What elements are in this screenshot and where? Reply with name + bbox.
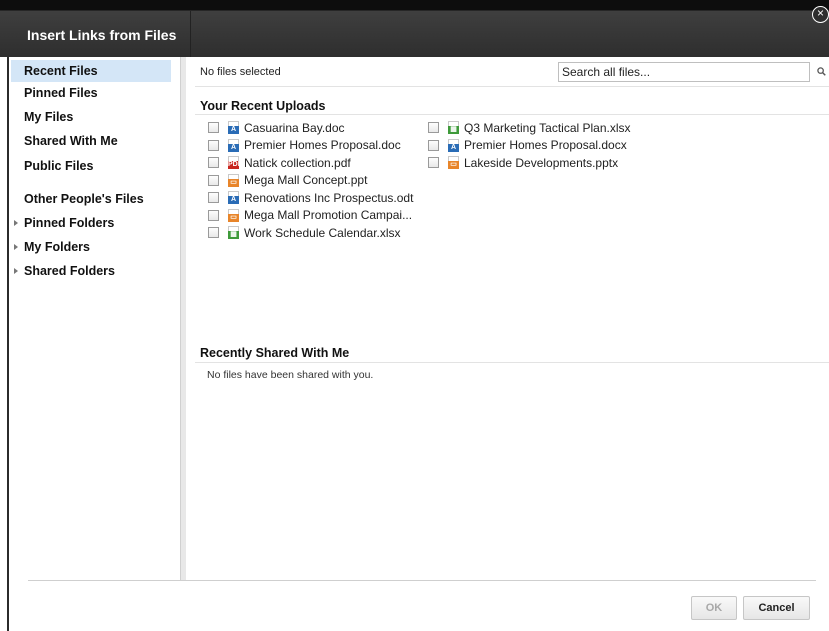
file-checkbox[interactable]	[428, 122, 439, 134]
file-checkbox[interactable]	[428, 157, 439, 169]
titlebar-divider	[190, 11, 191, 57]
toolbar-divider	[195, 86, 829, 87]
footer-divider	[28, 580, 816, 581]
file-name-link[interactable]: Q3 Marketing Tactical Plan.xlsx	[464, 121, 631, 135]
presentation-icon: ▭	[228, 208, 239, 222]
file-name-link[interactable]: Mega Mall Promotion Campai...	[244, 208, 412, 222]
dialog-left-edge	[0, 57, 9, 631]
file-name-link[interactable]: Lakeside Developments.pptx	[464, 156, 618, 170]
spreadsheet-icon: ▦	[448, 121, 459, 135]
file-name-link[interactable]: Premier Homes Proposal.doc	[244, 138, 401, 152]
sidebar-item-pinned-files[interactable]: Pinned Files	[11, 82, 171, 104]
selection-status: No files selected	[200, 66, 281, 78]
sidebar-item-my-folders[interactable]: My Folders	[11, 236, 171, 258]
file-name-link[interactable]: Mega Mall Concept.ppt	[244, 173, 367, 187]
dialog-titlebar: Insert Links from Files ×	[0, 0, 829, 57]
dialog-title: Insert Links from Files	[27, 27, 177, 43]
empty-state-message: No files have been shared with you.	[207, 369, 374, 381]
cancel-button[interactable]: Cancel	[743, 596, 810, 620]
insert-links-dialog: Insert Links from Files × Recent Files P…	[0, 0, 829, 631]
word-doc-icon: A	[228, 138, 239, 152]
list-item: ▭ Lakeside Developments.pptx	[428, 154, 631, 172]
sidebar-item-label: My Files	[24, 110, 74, 124]
section-divider	[195, 362, 829, 363]
list-item: ▦ Q3 Marketing Tactical Plan.xlsx	[428, 119, 631, 137]
sidebar-item-label: Other People's Files	[24, 192, 144, 206]
recent-uploads-column-1: A Casuarina Bay.doc A Premier Homes Prop…	[208, 119, 413, 242]
search-icon[interactable]	[817, 67, 826, 76]
list-item: A Renovations Inc Prospectus.odt	[208, 189, 413, 207]
file-checkbox[interactable]	[208, 192, 219, 204]
sidebar-item-my-files[interactable]: My Files	[11, 106, 171, 128]
list-item: A Premier Homes Proposal.doc	[208, 137, 413, 155]
sidebar-item-recent-files[interactable]: Recent Files	[11, 60, 171, 82]
sidebar-item-shared-with-me[interactable]: Shared With Me	[11, 130, 171, 152]
sidebar-item-label: Public Files	[24, 159, 94, 173]
ok-button[interactable]: OK	[691, 596, 737, 620]
expand-arrow-icon[interactable]	[14, 244, 18, 250]
recent-uploads-heading: Your Recent Uploads	[200, 99, 326, 113]
sidebar-item-shared-folders[interactable]: Shared Folders	[11, 260, 171, 282]
list-item: ▦ Work Schedule Calendar.xlsx	[208, 224, 413, 242]
list-item: PDF Natick collection.pdf	[208, 154, 413, 172]
word-doc-icon: A	[228, 191, 239, 205]
sidebar-item-label: My Folders	[24, 240, 90, 254]
sidebar-item-label: Recent Files	[24, 64, 98, 78]
shared-with-me-heading: Recently Shared With Me	[200, 346, 350, 360]
file-name-link[interactable]: Premier Homes Proposal.docx	[464, 138, 627, 152]
word-doc-icon: A	[228, 121, 239, 135]
file-checkbox[interactable]	[208, 209, 219, 221]
sidebar: Recent Files Pinned Files My Files Share…	[9, 57, 182, 580]
file-checkbox[interactable]	[208, 174, 219, 186]
sidebar-item-label: Shared Folders	[24, 264, 115, 278]
expand-arrow-icon[interactable]	[14, 268, 18, 274]
spreadsheet-icon: ▦	[228, 226, 239, 240]
section-divider	[195, 114, 829, 115]
presentation-icon: ▭	[228, 173, 239, 187]
sidebar-item-label: Pinned Folders	[24, 216, 115, 230]
file-name-link[interactable]: Renovations Inc Prospectus.odt	[244, 191, 413, 205]
sidebar-item-other-peoples-files[interactable]: Other People's Files	[11, 188, 171, 210]
file-checkbox[interactable]	[428, 139, 439, 151]
list-item: A Casuarina Bay.doc	[208, 119, 413, 137]
close-icon[interactable]: ×	[812, 6, 829, 23]
sidebar-item-public-files[interactable]: Public Files	[11, 155, 171, 177]
search-input[interactable]	[558, 62, 810, 82]
file-name-link[interactable]: Casuarina Bay.doc	[244, 121, 345, 135]
list-item: A Premier Homes Proposal.docx	[428, 137, 631, 155]
file-name-link[interactable]: Work Schedule Calendar.xlsx	[244, 226, 401, 240]
sidebar-item-label: Pinned Files	[24, 86, 98, 100]
file-browser-panel: No files selected Your Recent Uploads A …	[186, 57, 829, 580]
presentation-icon: ▭	[448, 156, 459, 170]
file-checkbox[interactable]	[208, 157, 219, 169]
pdf-icon: PDF	[228, 156, 242, 170]
word-doc-icon: A	[448, 138, 459, 152]
list-item: ▭ Mega Mall Concept.ppt	[208, 172, 413, 190]
recent-uploads-column-2: ▦ Q3 Marketing Tactical Plan.xlsx A Prem…	[428, 119, 631, 172]
list-item: ▭ Mega Mall Promotion Campai...	[208, 207, 413, 225]
file-checkbox[interactable]	[208, 122, 219, 134]
expand-arrow-icon[interactable]	[14, 220, 18, 226]
file-checkbox[interactable]	[208, 227, 219, 239]
sidebar-item-pinned-folders[interactable]: Pinned Folders	[11, 212, 171, 234]
file-name-link[interactable]: Natick collection.pdf	[244, 156, 351, 170]
sidebar-item-label: Shared With Me	[24, 134, 118, 148]
file-checkbox[interactable]	[208, 139, 219, 151]
